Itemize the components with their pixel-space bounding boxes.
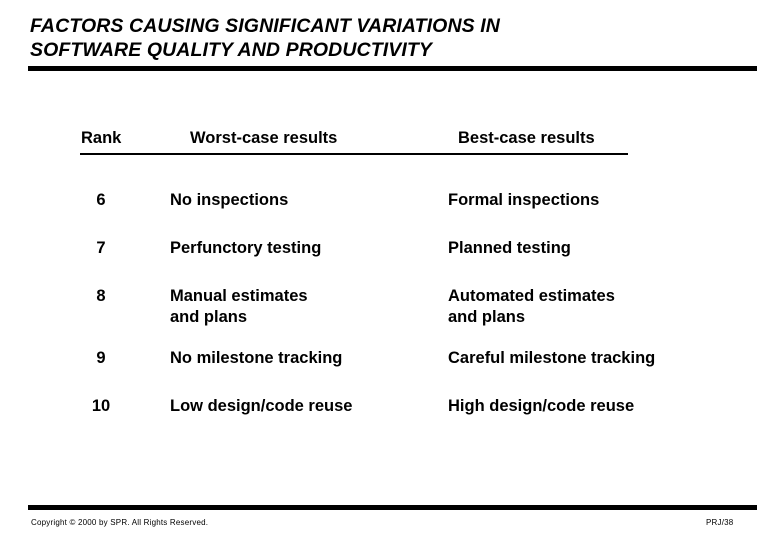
table-row: 7 Perfunctory testing Planned testing [0,238,780,286]
footer-divider-rule [28,505,757,510]
table-row: 8 Manual estimates and plans Automated e… [0,286,780,348]
copyright-notice: Copyright © 2000 by SPR. All Rights Rese… [31,518,209,527]
cell-best-case: Automated estimates and plans [448,287,615,326]
table-row: 9 No milestone tracking Careful mileston… [0,348,780,396]
table-row: 6 No inspections Formal inspections [0,190,780,238]
cell-best-case: Careful milestone tracking [448,349,656,367]
cell-rank: 9 [96,349,106,367]
cell-best-case: High design/code reuse [448,397,635,415]
cell-rank: 8 [96,287,106,305]
page-title-line-2: SOFTWARE QUALITY AND PRODUCTIVITY [30,39,432,61]
column-header-best-case: Best-case results [458,129,595,147]
table-body: 6 No inspections Formal inspections 7 Pe… [0,190,780,444]
page-number-label: PRJ/38 [706,518,734,527]
cell-rank: 6 [96,191,106,209]
cell-best-case: Planned testing [448,239,571,257]
column-header-worst-case: Worst-case results [190,129,338,147]
table-row: 10 Low design/code reuse High design/cod… [0,396,780,444]
title-divider-rule [28,66,757,71]
table-header-row: Rank Worst-case results Best-case result… [0,128,780,162]
cell-worst-case: Perfunctory testing [170,239,322,257]
cell-worst-case: Low design/code reuse [170,397,353,415]
factors-table: Rank Worst-case results Best-case result… [0,128,780,415]
cell-best-case: Formal inspections [448,191,600,209]
cell-rank: 7 [96,239,106,257]
page-title-line-1: FACTORS CAUSING SIGNIFICANT VARIATIONS I… [30,15,500,37]
cell-rank: 10 [91,397,111,415]
table-header-underline [80,153,628,155]
column-header-rank: Rank [81,129,122,147]
page-title: FACTORS CAUSING SIGNIFICANT VARIATIONS I… [30,14,750,62]
cell-worst-case: No inspections [170,191,289,209]
cell-worst-case: No milestone tracking [170,349,343,367]
cell-worst-case: Manual estimates and plans [170,287,308,326]
